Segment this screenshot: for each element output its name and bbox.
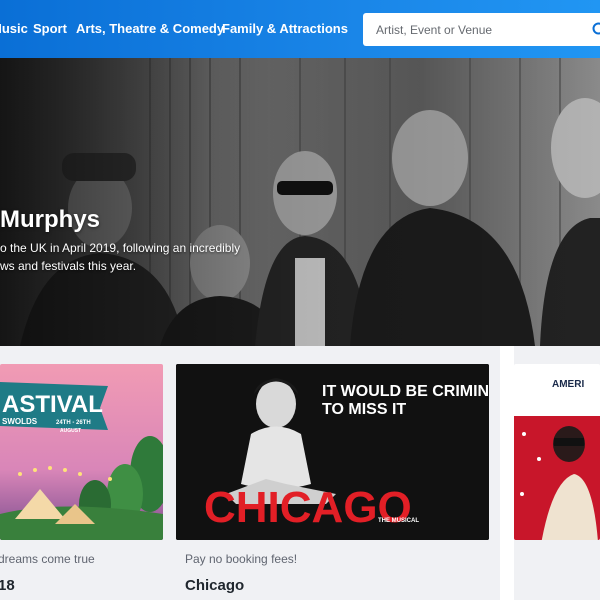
hero-description-line-1: o the UK in April 2019, following an inc… <box>0 241 241 255</box>
nav-item-music[interactable]: Music <box>0 21 28 36</box>
nav-item-arts-theatre-comedy[interactable]: Arts, Theatre & Comedy <box>76 21 224 36</box>
nav-item-sport[interactable]: Sport <box>33 21 67 36</box>
card-title[interactable]: 18 <box>0 577 15 594</box>
hero-title[interactable]: Murphys <box>0 206 100 234</box>
chicago-musical-text: THE MUSICAL <box>378 518 419 524</box>
partial-poster[interactable]: AMERI <box>514 364 600 540</box>
band-photo <box>0 58 600 346</box>
event-card-festival[interactable]: ASTIVAL SWOLDS 24TH - 26TH AUGUST dreams… <box>0 364 163 600</box>
event-card-partial[interactable]: AMERI <box>514 364 600 600</box>
hero-banner[interactable]: Murphys o the UK in April 2019, followin… <box>0 58 600 346</box>
card-title[interactable]: Chicago <box>185 577 244 594</box>
event-card-chicago[interactable]: IT WOULD BE CRIMINAL TO MISS IT CHICAGO … <box>176 364 489 600</box>
chicago-logo-text: CHICAGO <box>204 483 412 532</box>
festival-location-text: SWOLDS <box>2 417 38 426</box>
chicago-poster[interactable]: IT WOULD BE CRIMINAL TO MISS IT CHICAGO … <box>176 364 489 540</box>
search-input[interactable] <box>363 13 578 46</box>
card-subtitle: Pay no booking fees! <box>185 552 298 566</box>
chicago-tagline-line-2: TO MISS IT <box>322 401 406 418</box>
hero-description-line-2: ws and festivals this year. <box>0 259 137 273</box>
card-divider <box>500 346 514 600</box>
chicago-tagline-line-1: IT WOULD BE CRIMINAL <box>322 383 489 400</box>
festival-poster[interactable]: ASTIVAL SWOLDS 24TH - 26TH AUGUST <box>0 364 163 540</box>
festival-month-text: AUGUST <box>60 428 81 434</box>
festival-dates-text: 24TH - 26TH <box>56 420 91 426</box>
festival-banner-text: ASTIVAL <box>2 391 103 418</box>
event-cards: ASTIVAL SWOLDS 24TH - 26TH AUGUST dreams… <box>0 346 600 600</box>
partial-poster-text: AMERI <box>552 379 584 390</box>
search-icon[interactable] <box>592 22 600 38</box>
search-box <box>363 13 600 46</box>
nav-item-family-attractions[interactable]: Family & Attractions <box>222 21 348 36</box>
top-navigation: Music Sport Arts, Theatre & Comedy Famil… <box>0 0 600 58</box>
card-subtitle: dreams come true <box>0 552 95 566</box>
